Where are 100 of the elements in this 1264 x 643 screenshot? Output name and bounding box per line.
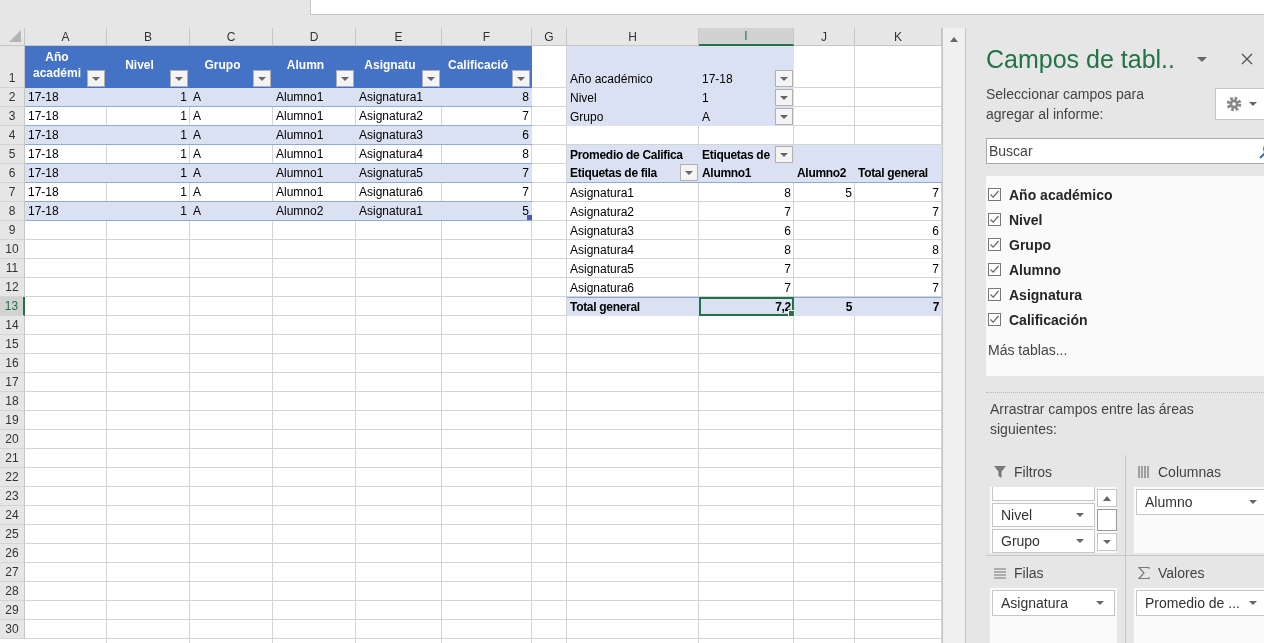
- checkbox[interactable]: [988, 313, 1001, 326]
- row-header[interactable]: 3: [0, 107, 25, 126]
- dropdown-button[interactable]: [775, 89, 793, 106]
- area-title: Filas: [1014, 565, 1044, 581]
- area-field-item[interactable]: Alumno: [1136, 489, 1264, 515]
- field-label[interactable]: Nivel: [1009, 211, 1043, 228]
- list-scrollbar[interactable]: [1097, 487, 1117, 553]
- row-header[interactable]: 17: [0, 373, 25, 392]
- area-field-item[interactable]: Nivel: [992, 503, 1095, 527]
- row-header[interactable]: 12: [0, 278, 25, 297]
- dropdown-button[interactable]: [336, 70, 354, 87]
- row-header[interactable]: 13: [0, 297, 25, 316]
- dropdown-button[interactable]: [87, 70, 105, 87]
- settings-button[interactable]: [1215, 88, 1264, 120]
- row-header[interactable]: 10: [0, 240, 25, 259]
- row-header[interactable]: 14: [0, 316, 25, 335]
- dropdown-button[interactable]: [775, 70, 793, 87]
- table-cell-text: 7: [931, 204, 940, 221]
- funnel-icon: [994, 466, 1006, 478]
- dropdown-button[interactable]: [512, 70, 530, 87]
- column-header[interactable]: G: [532, 28, 567, 46]
- search-field[interactable]: Buscar: [986, 138, 1264, 164]
- area-field-item[interactable]: Promedio de ...: [1136, 590, 1264, 616]
- gear-icon: [1225, 95, 1243, 113]
- area-title: Filtros: [1014, 464, 1053, 480]
- field-label[interactable]: Calificación: [1009, 311, 1088, 328]
- field-label[interactable]: Año académico: [1009, 186, 1113, 203]
- table-cell-text: 6: [931, 223, 940, 240]
- row-header[interactable]: 24: [0, 506, 25, 525]
- row-header[interactable]: 19: [0, 411, 25, 430]
- field-label[interactable]: Alumno: [1009, 261, 1062, 278]
- column-header[interactable]: A: [25, 28, 107, 46]
- row-header[interactable]: 30: [0, 620, 25, 639]
- row-header[interactable]: 23: [0, 487, 25, 506]
- row-header[interactable]: 7: [0, 183, 25, 202]
- row-header[interactable]: 16: [0, 354, 25, 373]
- row-header[interactable]: 18: [0, 392, 25, 411]
- dropdown-button[interactable]: [775, 108, 793, 125]
- resize-handle-icon[interactable]: [527, 215, 532, 220]
- column-header[interactable]: B: [107, 28, 190, 46]
- checkbox[interactable]: [988, 288, 1001, 301]
- table-cell: 17-18: [25, 202, 107, 221]
- caret-icon[interactable]: [1197, 56, 1207, 62]
- row-header[interactable]: 2: [0, 88, 25, 107]
- row-header[interactable]: 26: [0, 544, 25, 563]
- dropdown-button[interactable]: [775, 146, 793, 163]
- column-header[interactable]: E: [356, 28, 442, 46]
- row-header[interactable]: 29: [0, 601, 25, 620]
- row-header[interactable]: 5: [0, 145, 25, 164]
- row-header[interactable]: 22: [0, 468, 25, 487]
- row-header[interactable]: 1: [0, 46, 25, 88]
- area-field-item[interactable]: Asignatura: [992, 590, 1115, 616]
- row-header[interactable]: 9: [0, 221, 25, 240]
- dropdown-button[interactable]: [253, 70, 271, 87]
- table-cell-text: 8: [783, 242, 792, 259]
- scroll-thumb[interactable]: [1097, 509, 1117, 531]
- field-label[interactable]: Grupo: [1009, 236, 1051, 253]
- field-label[interactable]: Asignatura: [1009, 286, 1083, 303]
- table-cell: Total general: [855, 164, 942, 183]
- caret-icon: [1249, 601, 1257, 605]
- checkbox[interactable]: [988, 238, 1001, 251]
- row-labels-header: Etiquetas de fila: [570, 166, 657, 180]
- caret-icon: [258, 76, 266, 81]
- table-cell: Alumno2: [794, 164, 855, 183]
- column-header[interactable]: H: [567, 28, 699, 46]
- row-header[interactable]: 21: [0, 449, 25, 468]
- close-icon[interactable]: [1241, 53, 1253, 65]
- column-header[interactable]: D: [273, 28, 356, 46]
- row-header[interactable]: 4: [0, 126, 25, 145]
- column-header[interactable]: C: [190, 28, 273, 46]
- dropdown-button[interactable]: [422, 70, 440, 87]
- more-tables-link[interactable]: Más tablas...: [988, 342, 1068, 358]
- checkbox[interactable]: [988, 263, 1001, 276]
- dropdown-button[interactable]: [170, 70, 188, 87]
- row-header[interactable]: 20: [0, 430, 25, 449]
- row-header[interactable]: 6: [0, 164, 25, 183]
- checkbox[interactable]: [988, 188, 1001, 201]
- row-header[interactable]: 27: [0, 563, 25, 582]
- row-header[interactable]: 25: [0, 525, 25, 544]
- row-header[interactable]: 15: [0, 335, 25, 354]
- column-label: Asignatu: [364, 57, 416, 73]
- field-name: Asignatura: [1001, 595, 1068, 611]
- checkbox[interactable]: [988, 213, 1001, 226]
- column-header[interactable]: J: [794, 28, 855, 46]
- vertical-scrollbar[interactable]: [942, 28, 966, 643]
- row-header[interactable]: 28: [0, 582, 25, 601]
- scroll-down-button[interactable]: [1097, 533, 1117, 551]
- column-header[interactable]: I: [699, 28, 794, 46]
- row-header[interactable]: 8: [0, 202, 25, 221]
- dropdown-button[interactable]: [680, 164, 698, 181]
- table-cell: Asignatura5: [356, 164, 442, 183]
- table-cell: 8: [442, 88, 532, 107]
- field-name: Alumno: [1145, 494, 1193, 510]
- scroll-up-button[interactable]: [1097, 489, 1117, 507]
- caret-icon: [1249, 102, 1257, 106]
- row-header[interactable]: 11: [0, 259, 25, 278]
- table-cell: Grupo: [567, 107, 699, 126]
- column-header[interactable]: F: [442, 28, 532, 46]
- column-header[interactable]: K: [855, 28, 942, 46]
- area-field-item[interactable]: Grupo: [992, 529, 1095, 553]
